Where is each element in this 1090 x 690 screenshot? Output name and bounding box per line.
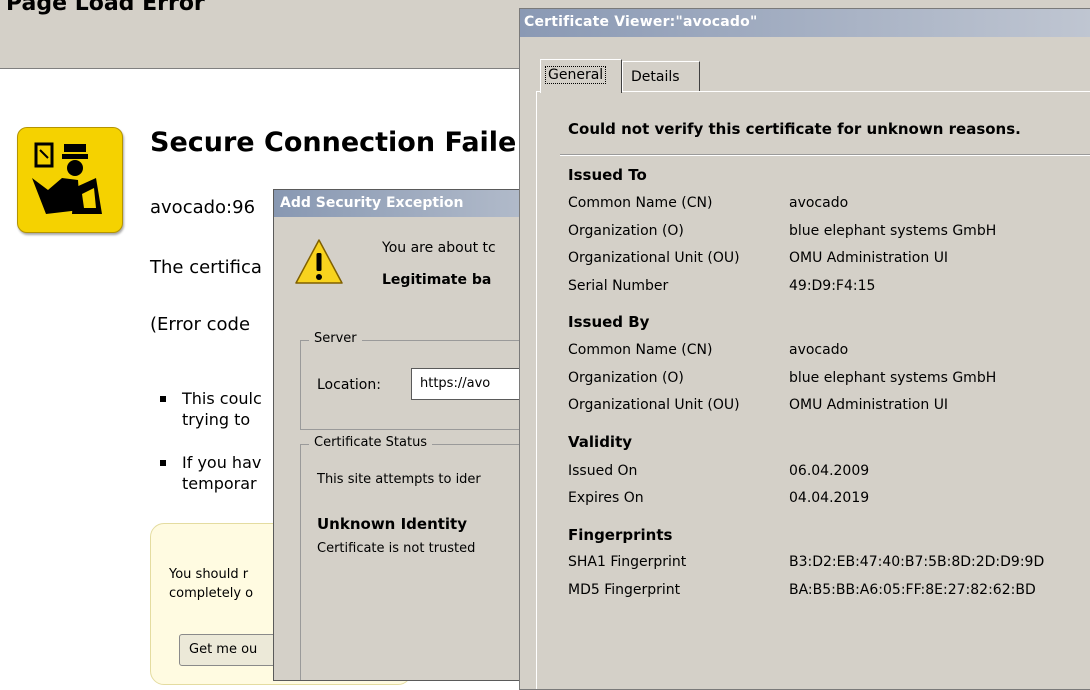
field-label: Expires On bbox=[568, 490, 644, 506]
field-label: Organizational Unit (OU) bbox=[568, 250, 740, 266]
field-value: OMU Administration UI bbox=[789, 250, 949, 266]
certificate-status-label: Certificate Status bbox=[309, 435, 433, 450]
tab-general[interactable]: General bbox=[540, 59, 622, 93]
advice-text: You should r bbox=[169, 567, 249, 582]
field-value: blue elephant systems GmbH bbox=[789, 223, 997, 239]
field-value: blue elephant systems GmbH bbox=[789, 370, 997, 386]
field-value: BA:B5:BB:A6:05:FF:8E:27:82:62:BD bbox=[789, 582, 1036, 598]
exception-legit-text: Legitimate ba bbox=[382, 272, 492, 288]
field-label: Serial Number bbox=[568, 278, 669, 294]
status-attempts-text: This site attempts to ider bbox=[317, 472, 481, 487]
issued-by-heading: Issued By bbox=[568, 313, 650, 331]
field-label: SHA1 Fingerprint bbox=[568, 554, 687, 570]
bullet-icon bbox=[160, 460, 166, 466]
validity-heading: Validity bbox=[568, 433, 633, 451]
field-label: Common Name (CN) bbox=[568, 195, 713, 211]
field-value: avocado bbox=[789, 342, 849, 358]
location-input[interactable]: https://avo bbox=[411, 368, 534, 400]
page-title: Page Load Error bbox=[6, 0, 205, 16]
error-cert-text: The certifica bbox=[150, 257, 262, 278]
field-value: OMU Administration UI bbox=[789, 397, 949, 413]
error-host-text: avocado:96 bbox=[150, 197, 256, 218]
field-value: B3:D2:EB:47:40:B7:5B:8D:2D:D9:9D bbox=[789, 554, 1045, 570]
list-item-line: If you hav bbox=[182, 453, 262, 472]
security-officer-icon bbox=[17, 127, 123, 233]
list-item-line: This coulc bbox=[182, 389, 262, 408]
tab-details[interactable]: Details bbox=[622, 61, 700, 91]
issued-to-heading: Issued To bbox=[568, 166, 647, 184]
field-label: Organization (O) bbox=[568, 370, 684, 386]
advice-text: completely o bbox=[169, 586, 254, 601]
server-group: Server Location: https://avo bbox=[300, 331, 534, 430]
bullet-icon bbox=[160, 396, 166, 402]
field-value: 04.04.2019 bbox=[789, 490, 870, 506]
field-value: avocado bbox=[789, 195, 849, 211]
field-value: 49:D9:F4:15 bbox=[789, 278, 876, 294]
tab-details-label: Details bbox=[631, 69, 680, 85]
server-group-label: Server bbox=[309, 331, 362, 346]
exception-intro-text: You are about tc bbox=[382, 240, 496, 256]
certificate-status-group: Certificate Status This site attempts to… bbox=[300, 435, 534, 680]
fingerprints-heading: Fingerprints bbox=[568, 526, 673, 544]
add-security-exception-dialog: Add Security Exception You are about tc … bbox=[273, 189, 535, 681]
location-label: Location: bbox=[317, 377, 381, 393]
verification-status: Could not verify this certificate for un… bbox=[568, 120, 1021, 138]
list-item-line: trying to bbox=[182, 410, 251, 429]
unknown-identity-heading: Unknown Identity bbox=[317, 515, 468, 533]
field-label: Organization (O) bbox=[568, 223, 684, 239]
not-trusted-text: Certificate is not trusted bbox=[317, 541, 476, 556]
warning-icon bbox=[294, 237, 344, 291]
field-label: Organizational Unit (OU) bbox=[568, 397, 740, 413]
dialog-titlebar[interactable]: Add Security Exception bbox=[274, 190, 534, 217]
certificate-viewer-window: Certificate Viewer:"avocado" General Det… bbox=[519, 8, 1090, 690]
divider bbox=[560, 154, 1090, 156]
field-label: Issued On bbox=[568, 463, 638, 479]
viewer-title: Certificate Viewer:"avocado" bbox=[524, 14, 758, 30]
error-code-text: (Error code bbox=[150, 314, 251, 335]
field-label: Common Name (CN) bbox=[568, 342, 713, 358]
error-title: Secure Connection Faile bbox=[150, 127, 517, 158]
viewer-titlebar[interactable]: Certificate Viewer:"avocado" bbox=[520, 9, 1090, 37]
dialog-title: Add Security Exception bbox=[280, 195, 464, 211]
field-value: 06.04.2009 bbox=[789, 463, 870, 479]
field-label: MD5 Fingerprint bbox=[568, 582, 681, 598]
list-item-line: temporar bbox=[182, 474, 257, 493]
tab-general-label: General bbox=[545, 66, 607, 84]
